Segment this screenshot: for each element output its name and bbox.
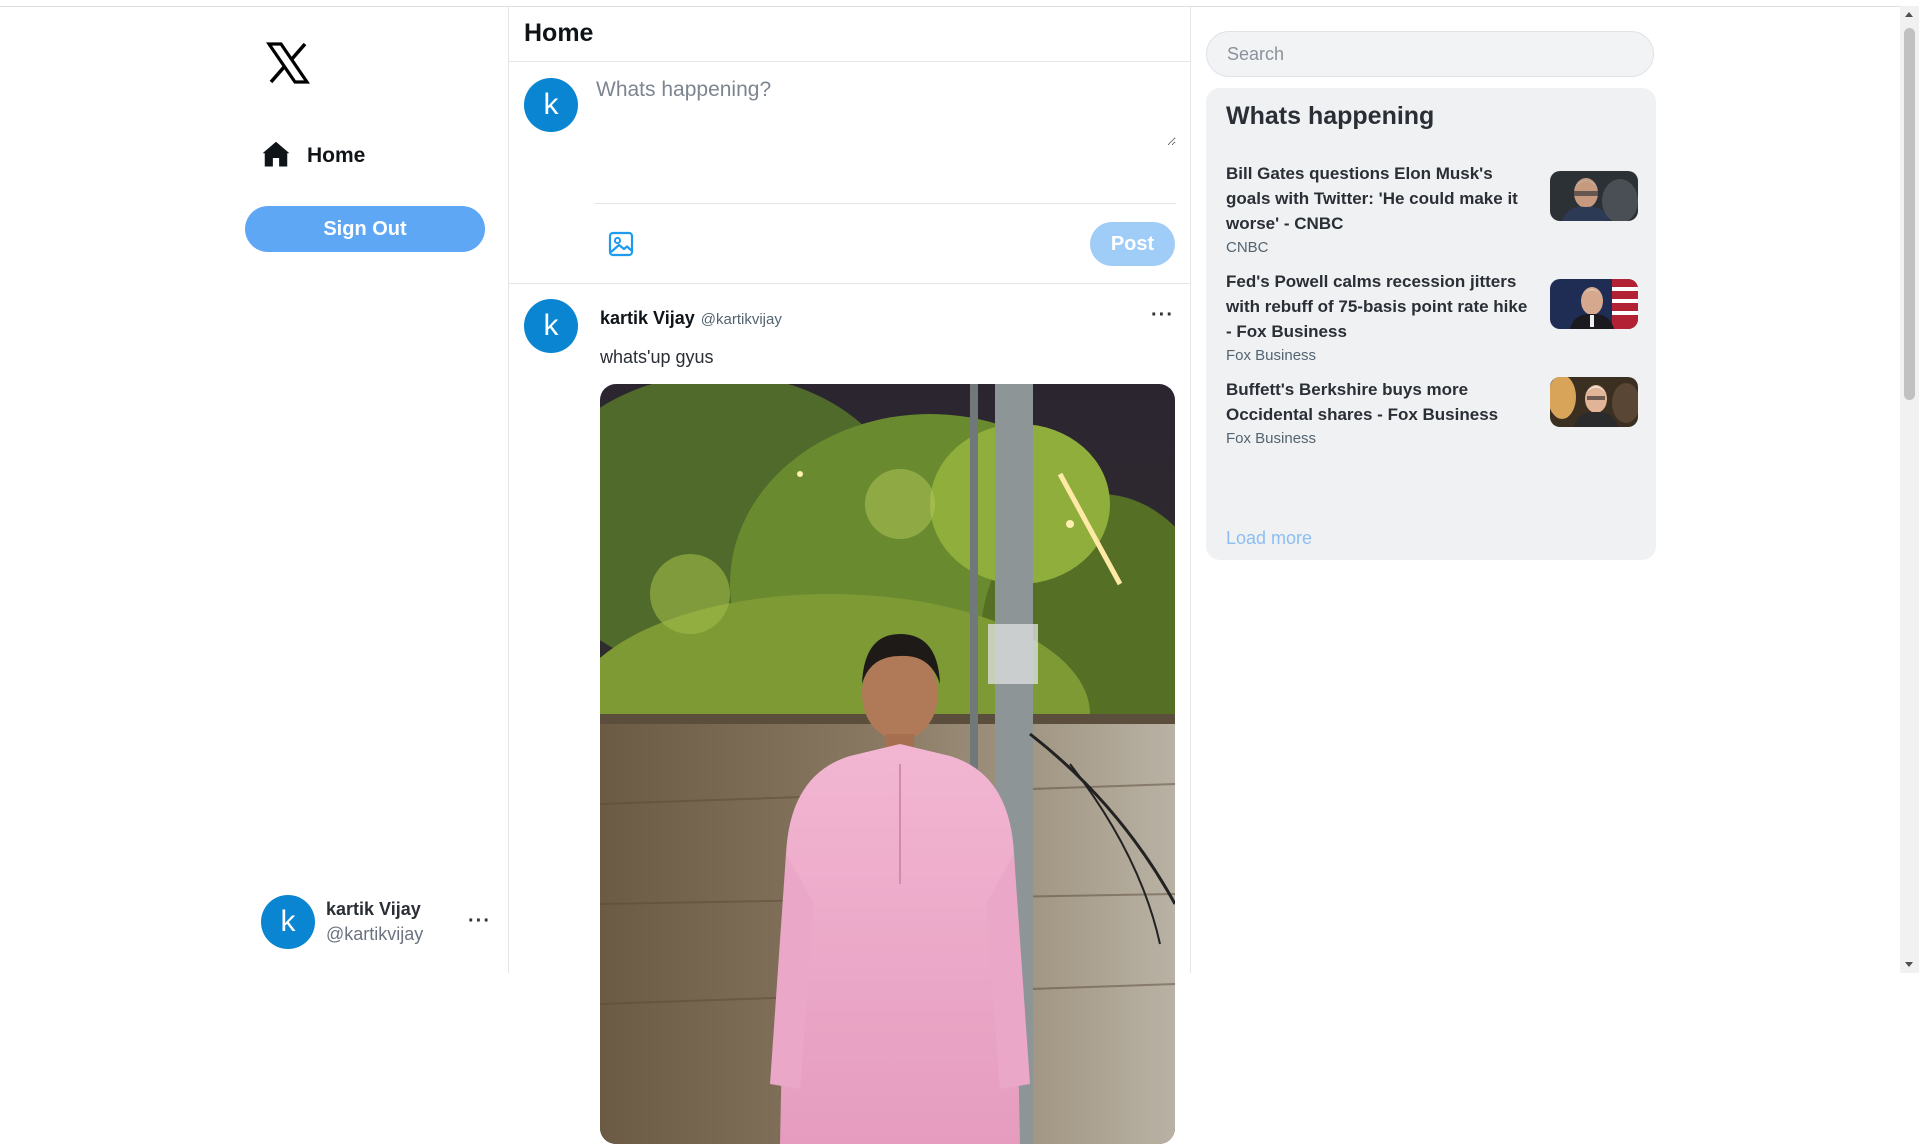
nav-item-home[interactable]: Home xyxy=(261,132,365,180)
account-names: kartik Vijay @kartikvijay xyxy=(326,899,423,945)
trend-thumbnail xyxy=(1550,377,1638,427)
post-button[interactable]: Post xyxy=(1090,222,1175,266)
x-logo-icon[interactable] xyxy=(261,36,315,90)
account-handle: @kartikvijay xyxy=(326,924,424,944)
page-title: Home xyxy=(524,19,594,47)
trends-panel: Whats happening Bill Gates questions Elo… xyxy=(1206,88,1656,560)
trend-item[interactable]: Bill Gates questions Elon Musk's goals w… xyxy=(1226,161,1638,256)
trend-headline: Bill Gates questions Elon Musk's goals w… xyxy=(1226,164,1518,233)
more-options-icon[interactable]: ··· xyxy=(1151,304,1174,327)
trend-item[interactable]: Fed's Powell calms recession jitters wit… xyxy=(1226,269,1638,364)
trend-source: Fox Business xyxy=(1226,430,1317,447)
trend-source: CNBC xyxy=(1226,239,1269,256)
trend-thumbnail xyxy=(1550,279,1638,329)
tweet-header: kartik Vijay @kartikvijay xyxy=(600,308,782,329)
trend-headline: Fed's Powell calms recession jitters wit… xyxy=(1226,272,1528,341)
sign-out-button[interactable]: Sign Out xyxy=(245,206,485,252)
avatar: k xyxy=(524,299,578,353)
feed-header: Home xyxy=(509,6,1190,62)
scroll-down-icon[interactable] xyxy=(1905,962,1913,967)
tweet-author-name[interactable]: kartik Vijay xyxy=(600,308,695,329)
composer-divider xyxy=(594,203,1176,204)
avatar: k xyxy=(261,895,315,949)
more-options-icon[interactable]: ··· xyxy=(468,910,491,933)
nav-item-home-label: Home xyxy=(307,144,366,167)
account-switcher[interactable]: k kartik Vijay @kartikvijay ··· xyxy=(261,894,491,950)
main-feed: Home k Post k kartik Vijay @kartikvijay … xyxy=(508,6,1191,1144)
tweet-text: whats'up gyus xyxy=(600,347,714,367)
avatar: k xyxy=(524,78,578,132)
trend-headline: Buffett's Berkshire buys more Occidental… xyxy=(1226,380,1499,424)
trend-source: Fox Business xyxy=(1226,347,1317,364)
left-sidebar: Home Sign Out k kartik Vijay @kartikvija… xyxy=(245,6,508,973)
search-input[interactable] xyxy=(1206,31,1654,77)
load-more-link[interactable]: Load more xyxy=(1226,528,1312,549)
account-display-name: kartik Vijay xyxy=(326,899,421,919)
tweet[interactable]: k kartik Vijay @kartikvijay ··· whats'up… xyxy=(509,284,1190,1144)
scroll-up-icon[interactable] xyxy=(1905,12,1913,17)
scrollbar-thumb[interactable] xyxy=(1904,28,1915,400)
tweet-composer: k Post xyxy=(509,62,1190,284)
tweet-image[interactable] xyxy=(600,384,1175,1144)
image-icon[interactable] xyxy=(606,229,636,259)
page-scrollbar[interactable] xyxy=(1900,6,1919,973)
tweet-author-handle[interactable]: @kartikvijay xyxy=(701,311,782,328)
compose-textarea[interactable] xyxy=(594,76,1176,146)
trend-item[interactable]: Buffett's Berkshire buys more Occidental… xyxy=(1226,377,1638,447)
home-icon xyxy=(261,139,291,174)
trends-title: Whats happening xyxy=(1226,102,1435,130)
trend-thumbnail xyxy=(1550,171,1638,221)
